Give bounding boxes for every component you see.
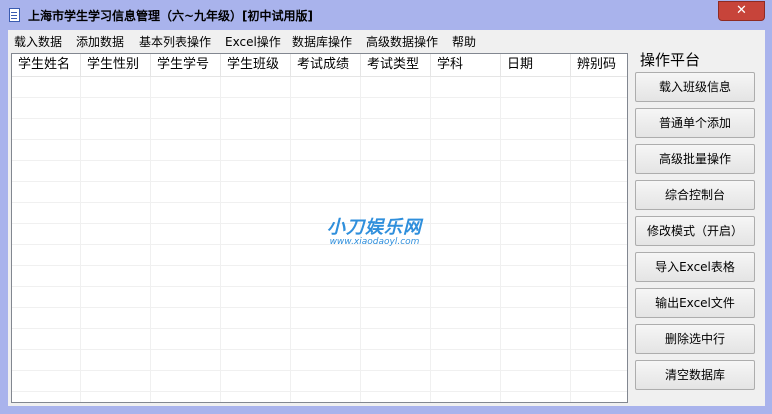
- grid-header: 学生姓名 学生性别 学生学号 学生班级 考试成绩 考试类型 学科 日期 辨别码: [12, 54, 627, 77]
- grid-body[interactable]: [12, 77, 627, 402]
- menu-excel-ops[interactable]: Excel操作: [225, 33, 281, 50]
- title-bar[interactable]: 上海市学生学习信息管理（六~九年级）[初中试用版] ✕: [0, 0, 772, 30]
- column-header-score[interactable]: 考试成绩: [291, 54, 361, 76]
- menu-add-data[interactable]: 添加数据: [76, 33, 124, 50]
- column-header-student-id[interactable]: 学生学号: [151, 54, 221, 76]
- control-console-button[interactable]: 综合控制台: [635, 180, 755, 210]
- single-add-button[interactable]: 普通单个添加: [635, 108, 755, 138]
- student-data-grid[interactable]: 学生姓名 学生性别 学生学号 学生班级 考试成绩 考试类型 学科 日期 辨别码: [11, 53, 628, 403]
- column-divider: [430, 77, 431, 402]
- menu-load-data[interactable]: 载入数据: [14, 33, 62, 50]
- column-header-id-code[interactable]: 辨别码: [571, 54, 627, 76]
- column-divider: [570, 77, 571, 402]
- menu-basic-list-ops[interactable]: 基本列表操作: [139, 33, 211, 50]
- column-divider: [220, 77, 221, 402]
- batch-operation-button[interactable]: 高级批量操作: [635, 144, 755, 174]
- column-divider: [80, 77, 81, 402]
- column-divider: [290, 77, 291, 402]
- menu-bar: 载入数据 添加数据 基本列表操作 Excel操作 数据库操作 高级数据操作 帮助: [8, 30, 765, 50]
- watermark-url: www.xiaodaoyl.com: [329, 237, 420, 247]
- watermark-text: 小刀娱乐网: [327, 217, 422, 238]
- app-window: 上海市学生学习信息管理（六~九年级）[初中试用版] ✕ 载入数据 添加数据 基本…: [0, 0, 772, 414]
- import-excel-button[interactable]: 导入Excel表格: [635, 252, 755, 282]
- column-header-date[interactable]: 日期: [501, 54, 571, 76]
- edit-mode-toggle-button[interactable]: 修改模式（开启）: [635, 216, 755, 246]
- clear-database-button[interactable]: 清空数据库: [635, 360, 755, 390]
- close-button[interactable]: ✕: [718, 1, 765, 21]
- menu-help[interactable]: 帮助: [452, 33, 476, 50]
- menu-database-ops[interactable]: 数据库操作: [292, 33, 352, 50]
- column-header-class[interactable]: 学生班级: [221, 54, 291, 76]
- column-divider: [150, 77, 151, 402]
- menu-advanced-data-ops[interactable]: 高级数据操作: [366, 33, 438, 50]
- column-header-name[interactable]: 学生姓名: [12, 54, 81, 76]
- watermark-logo: 小刀娱乐网 www.xiaodaoyl.com: [327, 213, 422, 247]
- delete-selected-row-button[interactable]: 删除选中行: [635, 324, 755, 354]
- column-header-subject[interactable]: 学科: [431, 54, 501, 76]
- panel-title: 操作平台: [640, 51, 701, 69]
- client-area: 载入数据 添加数据 基本列表操作 Excel操作 数据库操作 高级数据操作 帮助…: [8, 30, 765, 406]
- column-header-gender[interactable]: 学生性别: [81, 54, 151, 76]
- window-title: 上海市学生学习信息管理（六~九年级）[初中试用版]: [28, 9, 314, 23]
- column-divider: [500, 77, 501, 402]
- document-icon: [9, 8, 20, 22]
- export-excel-button[interactable]: 输出Excel文件: [635, 288, 755, 318]
- load-class-info-button[interactable]: 载入班级信息: [635, 72, 755, 102]
- column-header-exam-type[interactable]: 考试类型: [361, 54, 431, 76]
